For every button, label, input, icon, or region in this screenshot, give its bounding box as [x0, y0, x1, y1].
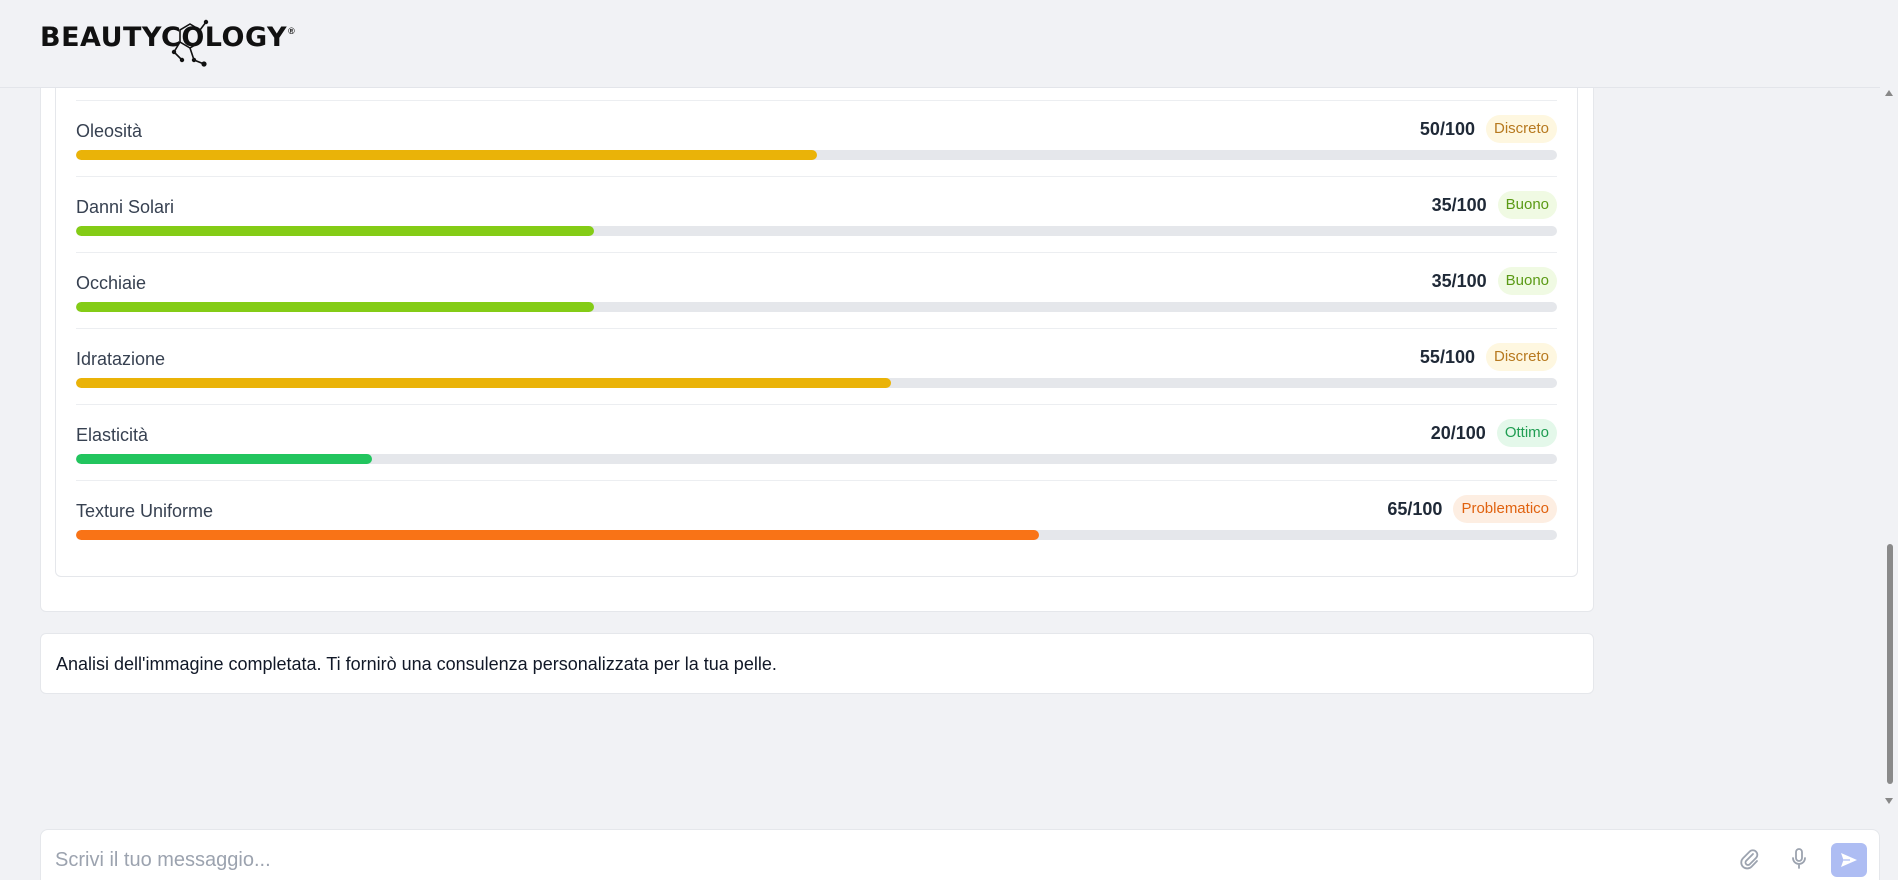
status-badge: Discreto	[1485, 115, 1557, 143]
metric-score-group: 35/100 Buono	[1432, 267, 1557, 295]
logo-text: BEAUTYCOLOGY	[40, 22, 288, 53]
progress-fill	[76, 302, 595, 312]
paperclip-icon[interactable]	[1736, 846, 1762, 872]
chat-input-bar	[40, 829, 1880, 880]
send-icon	[1841, 853, 1857, 867]
metric-label: Texture Uniforme	[76, 501, 214, 521]
metric-score-group: 55/100 Discreto	[1420, 343, 1557, 371]
progress-fill	[76, 378, 891, 388]
progress-track	[76, 226, 1557, 236]
metric-score: 65/100	[1387, 498, 1443, 519]
metric-score: 55/100	[1419, 346, 1475, 367]
molecule-icon	[171, 19, 209, 67]
metric-score-group: 50/100 Discreto	[1420, 115, 1557, 143]
progress-fill	[76, 226, 595, 236]
scrollbar[interactable]	[1880, 88, 1898, 880]
status-badge: Buono	[1497, 267, 1557, 295]
metric-label: Occhiaie	[76, 273, 147, 293]
metric-score: 20/100	[1430, 422, 1486, 443]
metric-score: 35/100	[1431, 194, 1487, 215]
metric-row: Elasticità 20/100 Ottimo	[76, 404, 1557, 480]
message-text: Analisi dell'immagine completata. Ti for…	[56, 654, 777, 674]
metric-label: Idratazione	[76, 349, 166, 369]
progress-fill	[76, 454, 373, 464]
metric-label: Danni Solari	[76, 197, 175, 217]
metric-label: Elasticità	[76, 425, 149, 445]
microphone-icon[interactable]	[1786, 846, 1812, 872]
metric-score-group: 35/100 Buono	[1432, 191, 1557, 219]
status-badge: Discreto	[1485, 343, 1557, 371]
metric-row: Occhiaie 35/100 Buono	[76, 252, 1557, 328]
metric-row: Oleosità 50/100 Discreto	[76, 100, 1557, 176]
progress-fill	[76, 150, 817, 160]
progress-fill	[76, 530, 1039, 540]
send-button[interactable]	[1831, 843, 1867, 877]
progress-track	[76, 530, 1557, 540]
logo-registered-mark: ®	[288, 26, 295, 36]
progress-track	[76, 454, 1557, 464]
metric-score: 50/100	[1419, 118, 1475, 139]
metric-row: Texture Uniforme 65/100 Problematico	[76, 480, 1557, 556]
metric-label: Oleosità	[76, 121, 143, 141]
message-input[interactable]	[55, 842, 1695, 878]
progress-track	[76, 150, 1557, 160]
status-badge: Problematico	[1453, 495, 1557, 523]
progress-track	[76, 302, 1557, 312]
metric-score-group: 20/100 Ottimo	[1431, 419, 1557, 447]
status-badge: Buono	[1497, 191, 1557, 219]
assistant-message: Analisi dell'immagine completata. Ti for…	[40, 633, 1594, 694]
scrollbar-thumb[interactable]	[1887, 544, 1893, 784]
app-header: BEAUTYCOLOGY ®	[0, 0, 1880, 88]
scroll-up-arrow[interactable]	[1885, 90, 1893, 96]
metric-row: Idratazione 55/100 Discreto	[76, 328, 1557, 404]
status-badge: Ottimo	[1496, 419, 1557, 447]
metric-score: 35/100	[1431, 270, 1487, 291]
progress-track	[76, 378, 1557, 388]
brand-logo[interactable]: BEAUTYCOLOGY ®	[40, 18, 295, 67]
metric-row: Danni Solari 35/100 Buono	[76, 176, 1557, 252]
metric-score-group: 65/100 Problematico	[1387, 495, 1557, 523]
scroll-down-arrow[interactable]	[1885, 798, 1893, 804]
